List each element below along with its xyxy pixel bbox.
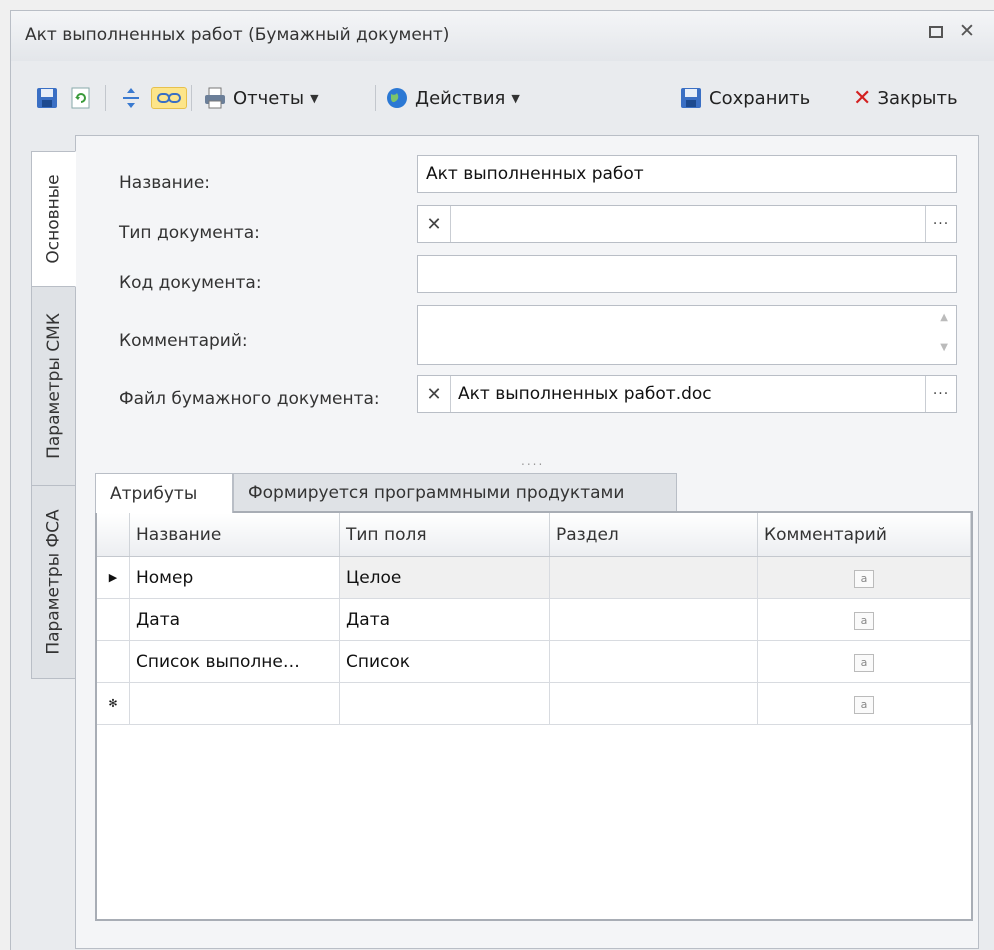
clear-icon[interactable]: ✕ [418, 206, 451, 242]
actions-menu[interactable]: Действия ▼ [385, 83, 520, 113]
file-value: Акт выполненных работ.doc [458, 384, 712, 404]
scroll-down-icon[interactable]: ▼ [940, 342, 948, 353]
browse-button[interactable]: ··· [925, 206, 956, 242]
refresh-button[interactable] [69, 83, 93, 113]
tab-main[interactable]: Основные [31, 151, 76, 287]
tab-fsa-params[interactable]: Параметры ФСА [31, 485, 75, 679]
move-button[interactable] [119, 83, 143, 113]
reports-menu[interactable]: Отчеты ▼ [203, 83, 319, 113]
name-value: Акт выполненных работ [426, 164, 644, 184]
cell-section[interactable] [549, 640, 758, 683]
actions-label: Действия [415, 87, 506, 109]
printer-icon [205, 87, 225, 109]
tab-software-products-label: Формируется программными продуктами [248, 482, 625, 503]
document-window: Акт выполненных работ (Бумажный документ… [10, 10, 994, 950]
refresh-icon [71, 87, 90, 109]
globe-icon [387, 88, 407, 108]
memo-icon[interactable]: a [854, 654, 874, 672]
name-label: Название: [119, 173, 211, 193]
col-section-header[interactable]: Раздел [549, 513, 758, 557]
move-icon [123, 88, 139, 108]
memo-icon[interactable]: a [854, 612, 874, 630]
new-row[interactable]: ✻ a [97, 682, 971, 725]
link-button[interactable] [151, 83, 187, 113]
cell-type[interactable]: Список [339, 640, 550, 683]
tab-smk-params-label: Параметры СМК [43, 313, 64, 459]
cell-name[interactable]: Номер [129, 556, 340, 599]
col-comment-header[interactable]: Комментарий [757, 513, 971, 557]
name-field[interactable]: Акт выполненных работ [417, 155, 957, 193]
save-button[interactable]: Сохранить [679, 83, 810, 113]
tab-fsa-params-label: Параметры ФСА [43, 509, 64, 655]
file-field[interactable]: ✕ Акт выполненных работ.doc ··· [417, 375, 957, 413]
table-row[interactable]: Список выполне… Список a [97, 640, 971, 683]
save-icon-button[interactable] [35, 83, 59, 113]
chevron-down-icon: ▼ [511, 91, 520, 105]
doc-code-field[interactable] [417, 255, 957, 293]
clear-icon[interactable]: ✕ [418, 376, 451, 412]
cell-section[interactable] [549, 598, 758, 641]
doc-code-label: Код документа: [119, 273, 262, 293]
tab-main-label: Основные [43, 174, 64, 264]
cell-type[interactable]: Дата [339, 598, 550, 641]
cell-comment[interactable]: a [757, 682, 971, 725]
new-row-icon: ✻ [97, 682, 130, 725]
reports-label: Отчеты [233, 87, 305, 109]
save-label: Сохранить [709, 87, 811, 109]
cell-type[interactable]: Целое [339, 556, 550, 599]
cell-comment[interactable]: a [757, 640, 971, 683]
attributes-grid: Название Тип поля Раздел Комментарий ▶ Н… [95, 511, 973, 921]
splitter-handle[interactable]: .... [521, 454, 544, 468]
col-name-header[interactable]: Название [129, 513, 340, 557]
memo-icon[interactable]: a [854, 570, 874, 588]
toolbar: Отчеты ▼ Действия ▼ Сохранить ✕ Закрыть [11, 69, 994, 127]
link-icon [157, 93, 181, 103]
cell-comment[interactable]: a [757, 598, 971, 641]
save-icon [681, 88, 701, 108]
save-icon [37, 88, 57, 108]
close-icon: ✕ [853, 85, 872, 111]
title-bar: Акт выполненных работ (Бумажный документ… [11, 11, 994, 61]
table-row[interactable]: ▶ Номер Целое a [97, 556, 971, 599]
maximize-button[interactable] [929, 23, 943, 43]
window-title: Акт выполненных работ (Бумажный документ… [25, 25, 450, 45]
table-row[interactable]: Дата Дата a [97, 598, 971, 641]
scroll-up-icon[interactable]: ▲ [940, 312, 948, 323]
tab-attributes-label: Атрибуты [110, 483, 198, 504]
window-close-button[interactable]: ✕ [959, 20, 975, 42]
memo-icon[interactable]: a [854, 696, 874, 714]
col-type-header[interactable]: Тип поля [339, 513, 550, 557]
cell-section[interactable] [549, 556, 758, 599]
chevron-down-icon: ▼ [310, 91, 319, 105]
cell-name[interactable]: Дата [129, 598, 340, 641]
doc-type-field[interactable]: ✕ ··· [417, 205, 957, 243]
close-button[interactable]: ✕ Закрыть [853, 83, 958, 113]
row-pointer-icon: ▶ [97, 556, 130, 599]
file-label: Файл бумажного документа: [119, 389, 380, 409]
cell-name[interactable]: Список выполне… [129, 640, 340, 683]
header-indicator [97, 513, 130, 557]
browse-button[interactable]: ··· [925, 376, 956, 412]
tab-smk-params[interactable]: Параметры СМК [31, 285, 75, 487]
grid-header: Название Тип поля Раздел Комментарий [97, 513, 971, 557]
doc-type-label: Тип документа: [119, 223, 260, 243]
comment-label: Комментарий: [119, 331, 248, 351]
cell-comment[interactable]: a [757, 556, 971, 599]
tab-attributes[interactable]: Атрибуты [95, 473, 233, 513]
tab-software-products[interactable]: Формируется программными продуктами [233, 473, 677, 511]
close-label: Закрыть [877, 87, 958, 109]
comment-field[interactable]: ▲ ▼ [417, 305, 957, 365]
